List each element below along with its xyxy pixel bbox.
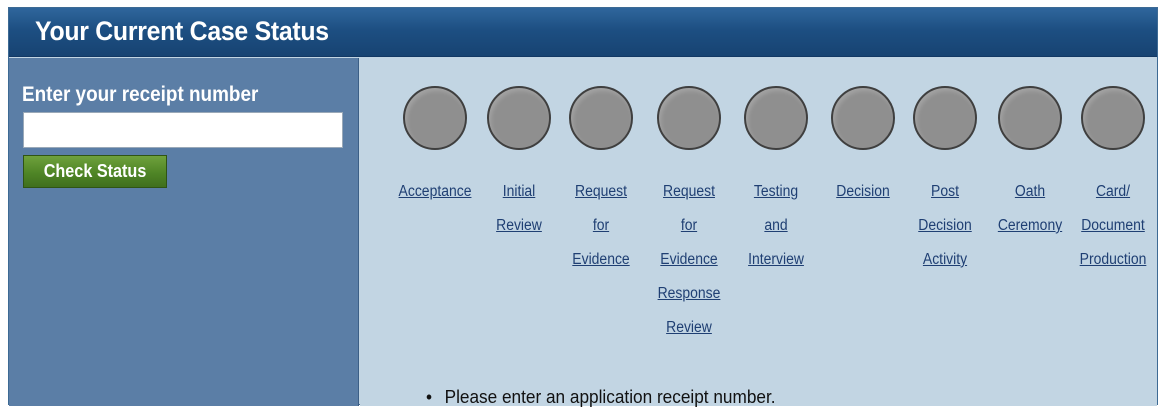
step-circle-icon [744,86,808,150]
step-circle-icon [831,86,895,150]
step-link-line[interactable]: Interview [722,243,830,277]
receipt-label: Enter your receipt number [22,83,259,106]
header-bar: Your Current Case Status [9,8,1157,57]
step-link-line[interactable]: and [722,209,830,243]
step-link-line[interactable]: Production [1059,243,1158,277]
status-steps-panel: Acceptance Initial Review Request for Evidenc… [360,58,1158,407]
step-circle-icon [998,86,1062,150]
case-status-widget: Your Current Case Status Enter your rece… [8,7,1158,407]
page-title: Your Current Case Status [35,16,329,46]
step-circle-icon [487,86,551,150]
receipt-number-input[interactable] [23,112,343,148]
step-circle-icon [657,86,721,150]
step-circle-icon [1081,86,1145,150]
step-link-line[interactable]: Response [635,277,743,311]
step-circle-icon [913,86,977,150]
step-link-line[interactable]: Document [1059,209,1158,243]
status-message-text: Please enter an application receipt numb… [444,386,776,407]
receipt-panel: Enter your receipt number Check Status [9,58,359,406]
step-circle-icon [569,86,633,150]
step-link[interactable]: Card/Document Production [1053,175,1158,277]
step-link-line[interactable]: Review [635,311,743,345]
check-status-button[interactable]: Check Status [23,155,167,188]
step-circle-icon [403,86,467,150]
step-link-line[interactable]: Card/ [1059,175,1158,209]
check-status-label: Check Status [43,161,147,181]
step-link-line[interactable]: Activity [891,243,999,277]
